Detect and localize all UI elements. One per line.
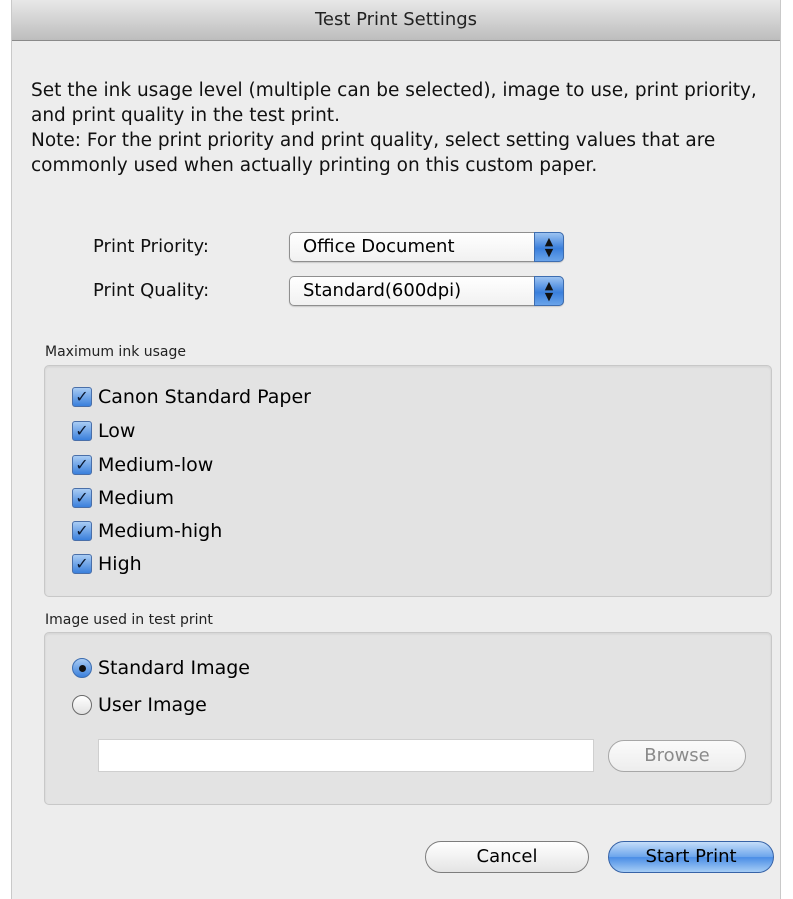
radio-empty-icon [72,695,92,715]
check-icon: ✓ [72,488,92,508]
print-priority-select[interactable]: Office Document ▲ ▼ [289,232,564,262]
ink-option-label: Medium-high [98,520,223,542]
image-path-field[interactable] [98,739,594,772]
ink-option-label: Low [98,420,136,442]
print-priority-label: Print Priority: [93,236,209,257]
ink-option-label: High [98,553,142,575]
ink-usage-group-label: Maximum ink usage [45,344,186,360]
cancel-button[interactable]: Cancel [425,841,589,873]
instructions: Set the ink usage level (multiple can be… [31,78,771,178]
instructions-note: Note: For the print priority and print q… [31,130,716,176]
ink-option-label: Medium [98,487,174,509]
up-down-arrows-icon: ▲ ▼ [534,276,564,306]
test-print-settings-dialog: Test Print Settings Set the ink usage le… [11,0,781,899]
ink-option-medium-low[interactable]: ✓ Medium-low [72,452,213,478]
ink-option-medium[interactable]: ✓ Medium [72,485,174,511]
radio-standard-image[interactable]: Standard Image [72,655,250,681]
dialog-title: Test Print Settings [12,0,780,41]
ink-option-label: Canon Standard Paper [98,386,311,408]
radio-label: User Image [98,694,207,716]
radio-user-image[interactable]: User Image [72,692,207,718]
check-icon: ✓ [72,554,92,574]
browse-button[interactable]: Browse [608,740,746,772]
ink-option-high[interactable]: ✓ High [72,551,142,577]
ink-option-label: Medium-low [98,454,214,476]
radio-dot-icon [72,658,92,678]
check-icon: ✓ [72,521,92,541]
check-icon: ✓ [72,455,92,475]
image-group-label: Image used in test print [45,612,213,628]
print-priority-value: Office Document [303,236,455,257]
ink-option-canon-standard-paper[interactable]: ✓ Canon Standard Paper [72,384,311,410]
print-quality-value: Standard(600dpi) [303,280,462,301]
radio-label: Standard Image [98,657,250,679]
start-print-button[interactable]: Start Print [608,841,774,873]
instructions-text: Set the ink usage level (multiple can be… [31,80,757,126]
print-quality-select[interactable]: Standard(600dpi) ▲ ▼ [289,276,564,306]
check-icon: ✓ [72,421,92,441]
print-quality-label: Print Quality: [93,280,210,301]
ink-option-medium-high[interactable]: ✓ Medium-high [72,518,222,544]
check-icon: ✓ [72,387,92,407]
up-down-arrows-icon: ▲ ▼ [534,232,564,262]
ink-option-low[interactable]: ✓ Low [72,418,135,444]
